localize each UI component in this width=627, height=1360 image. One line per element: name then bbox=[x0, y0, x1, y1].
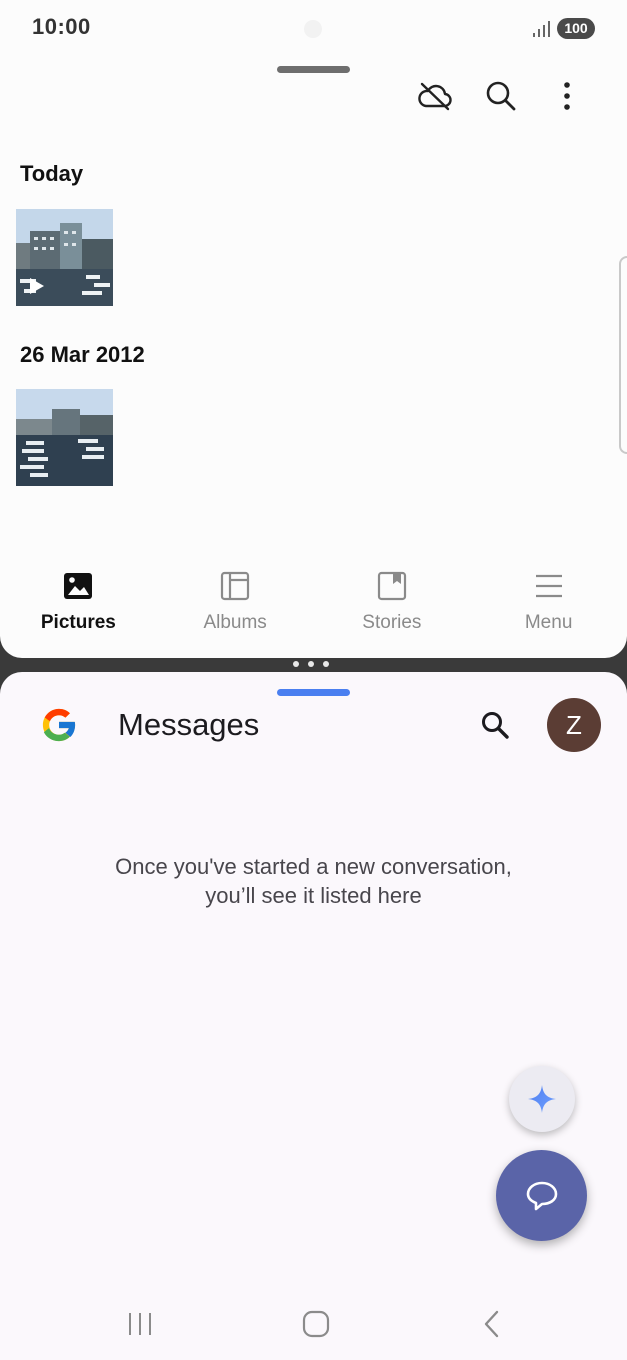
section-title-date: 26 Mar 2012 bbox=[20, 342, 145, 367]
home-button[interactable] bbox=[296, 1304, 336, 1344]
search-icon[interactable] bbox=[481, 76, 521, 116]
signal-icon bbox=[533, 21, 550, 37]
messages-search-button[interactable] bbox=[476, 706, 514, 744]
home-icon bbox=[302, 1310, 330, 1338]
nav-menu[interactable]: Menu bbox=[470, 570, 627, 650]
section-title-today: Today bbox=[20, 161, 84, 186]
more-vert-icon[interactable] bbox=[547, 76, 587, 116]
video-thumbnail[interactable] bbox=[16, 209, 113, 306]
stories-icon bbox=[377, 571, 406, 601]
menu-icon bbox=[535, 574, 562, 598]
gallery-bottom-nav: Pictures Albums Stories Menu bbox=[0, 570, 627, 650]
camera-cutout bbox=[304, 20, 322, 38]
start-chat-button[interactable] bbox=[496, 1150, 587, 1241]
system-nav-bar bbox=[0, 1292, 627, 1352]
back-icon bbox=[484, 1310, 499, 1338]
split-divider-handle[interactable] bbox=[293, 661, 329, 667]
nav-albums[interactable]: Albums bbox=[157, 570, 314, 650]
cloud-off-icon[interactable] bbox=[415, 76, 455, 116]
google-logo-icon bbox=[42, 708, 77, 742]
gallery-window: 10:00 100 Today 26 Mar 2012 Pictures Alb… bbox=[0, 0, 627, 658]
recents-icon bbox=[129, 1313, 151, 1335]
scroll-indicator[interactable] bbox=[619, 256, 627, 454]
messages-window: Messages Z Once you've started a new con… bbox=[0, 672, 627, 1360]
nav-stories[interactable]: Stories bbox=[314, 570, 471, 650]
nav-label: Pictures bbox=[40, 612, 116, 633]
gemini-fab-button[interactable] bbox=[509, 1066, 575, 1132]
recents-button[interactable] bbox=[120, 1304, 160, 1344]
window-drag-handle[interactable] bbox=[277, 66, 350, 73]
empty-state-message: Once you've started a new conversation, … bbox=[0, 852, 627, 910]
sparkle-icon bbox=[528, 1085, 556, 1113]
app-title: Messages bbox=[118, 707, 260, 742]
gallery-actions bbox=[415, 76, 587, 116]
empty-state-line: you’ll see it listed here bbox=[205, 883, 422, 908]
status-time: 10:00 bbox=[32, 14, 91, 39]
screen: 10:00 100 Today 26 Mar 2012 Pictures Alb… bbox=[0, 0, 627, 1360]
account-avatar[interactable]: Z bbox=[547, 698, 601, 752]
photo-thumbnail[interactable] bbox=[16, 389, 113, 486]
battery-badge: 100 bbox=[557, 18, 595, 39]
window-drag-handle[interactable] bbox=[277, 689, 350, 696]
nav-label: Albums bbox=[203, 612, 267, 633]
nav-label: Stories bbox=[362, 612, 422, 633]
back-button[interactable] bbox=[472, 1304, 512, 1344]
search-icon bbox=[482, 712, 509, 739]
empty-state-line: Once you've started a new conversation, bbox=[115, 854, 512, 879]
nav-label: Menu bbox=[524, 612, 573, 633]
album-icon bbox=[221, 571, 250, 601]
status-bar: 10:00 100 bbox=[0, 0, 627, 58]
nav-pictures[interactable]: Pictures bbox=[0, 570, 157, 650]
chat-bubble-icon bbox=[526, 1181, 557, 1210]
play-icon bbox=[30, 278, 44, 294]
image-icon bbox=[64, 573, 93, 599]
